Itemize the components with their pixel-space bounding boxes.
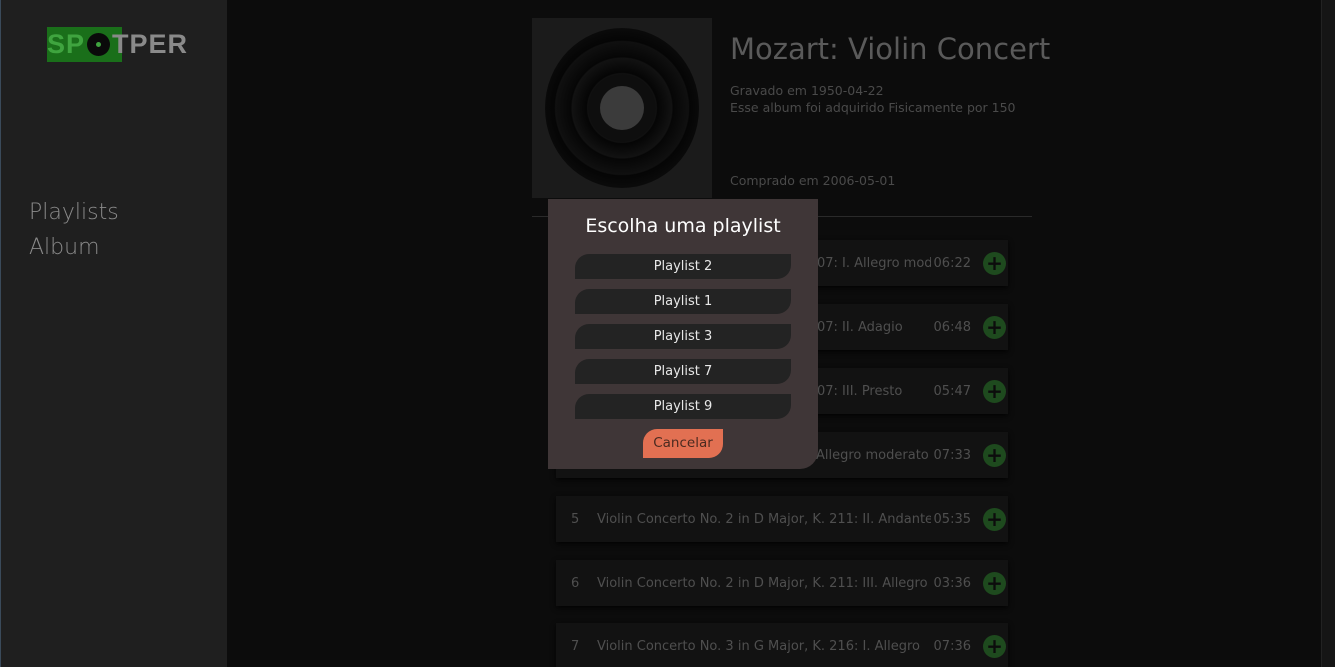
track-name: Violin Concerto No. 2 in D Major, K. 211…: [597, 575, 928, 591]
playlist-picker-modal: Escolha uma playlist Playlist 2 Playlist…: [548, 199, 818, 469]
logo: SP TPER: [47, 27, 188, 62]
track-duration: 03:36: [933, 575, 971, 591]
cancel-button[interactable]: Cancelar: [643, 429, 723, 458]
track-name: Violin Concerto No. 2 in D Major, K. 211…: [597, 511, 931, 527]
vinyl-logo-icon: [87, 33, 111, 56]
sidebar-nav: Playlists Album: [29, 200, 119, 270]
playlist-option-button[interactable]: Playlist 9: [575, 394, 791, 419]
playlist-option-button[interactable]: Playlist 1: [575, 289, 791, 314]
track-number: 7: [571, 638, 580, 654]
album-purchased-date: Comprado em 2006-05-01: [730, 173, 896, 188]
playlist-option-button[interactable]: Playlist 3: [575, 324, 791, 349]
track-name: Violin Concerto No. 3 in G Major, K. 216…: [597, 638, 920, 654]
album-cover: [532, 18, 712, 198]
track-row[interactable]: 7 Violin Concerto No. 3 in G Major, K. 2…: [556, 623, 1008, 667]
track-row[interactable]: 6 Violin Concerto No. 2 in D Major, K. 2…: [556, 560, 1008, 606]
logo-text-left: SP: [47, 29, 86, 59]
add-to-playlist-icon[interactable]: +: [983, 315, 1006, 339]
sidebar-item-playlists[interactable]: Playlists: [29, 200, 119, 225]
vinyl-record-icon: [545, 28, 699, 188]
playlist-option-button[interactable]: Playlist 2: [575, 254, 791, 279]
add-to-playlist-icon[interactable]: +: [983, 251, 1006, 275]
track-number: 6: [571, 575, 580, 591]
modal-title: Escolha uma playlist: [585, 215, 781, 237]
track-duration: 06:48: [933, 319, 971, 335]
album-title: Mozart: Violin Concert: [730, 32, 1051, 66]
app-window: SP TPER Playlists Album Mozart: Violin C…: [0, 0, 1335, 667]
track-duration: 05:35: [933, 511, 971, 527]
add-to-playlist-icon[interactable]: +: [983, 379, 1006, 403]
track-duration: 07:33: [933, 447, 971, 463]
album-recorded-date: Gravado em 1950-04-22: [730, 83, 884, 98]
album-acquired-info: Esse album foi adquirido Fisicamente por…: [730, 100, 1016, 115]
sidebar-item-album[interactable]: Album: [29, 235, 119, 260]
add-to-playlist-icon[interactable]: +: [983, 634, 1006, 658]
scrollbar[interactable]: [1321, 0, 1335, 667]
logo-text-right: TPER: [112, 29, 189, 59]
add-to-playlist-icon[interactable]: +: [983, 571, 1006, 595]
add-to-playlist-icon[interactable]: +: [983, 507, 1006, 531]
track-row[interactable]: 5 Violin Concerto No. 2 in D Major, K. 2…: [556, 496, 1008, 542]
playlist-option-button[interactable]: Playlist 7: [575, 359, 791, 384]
add-to-playlist-icon[interactable]: +: [983, 443, 1006, 467]
track-duration: 06:22: [933, 255, 971, 271]
track-duration: 07:36: [933, 638, 971, 654]
track-duration: 05:47: [933, 383, 971, 399]
track-number: 5: [571, 511, 580, 527]
sidebar: SP TPER Playlists Album: [0, 0, 227, 667]
